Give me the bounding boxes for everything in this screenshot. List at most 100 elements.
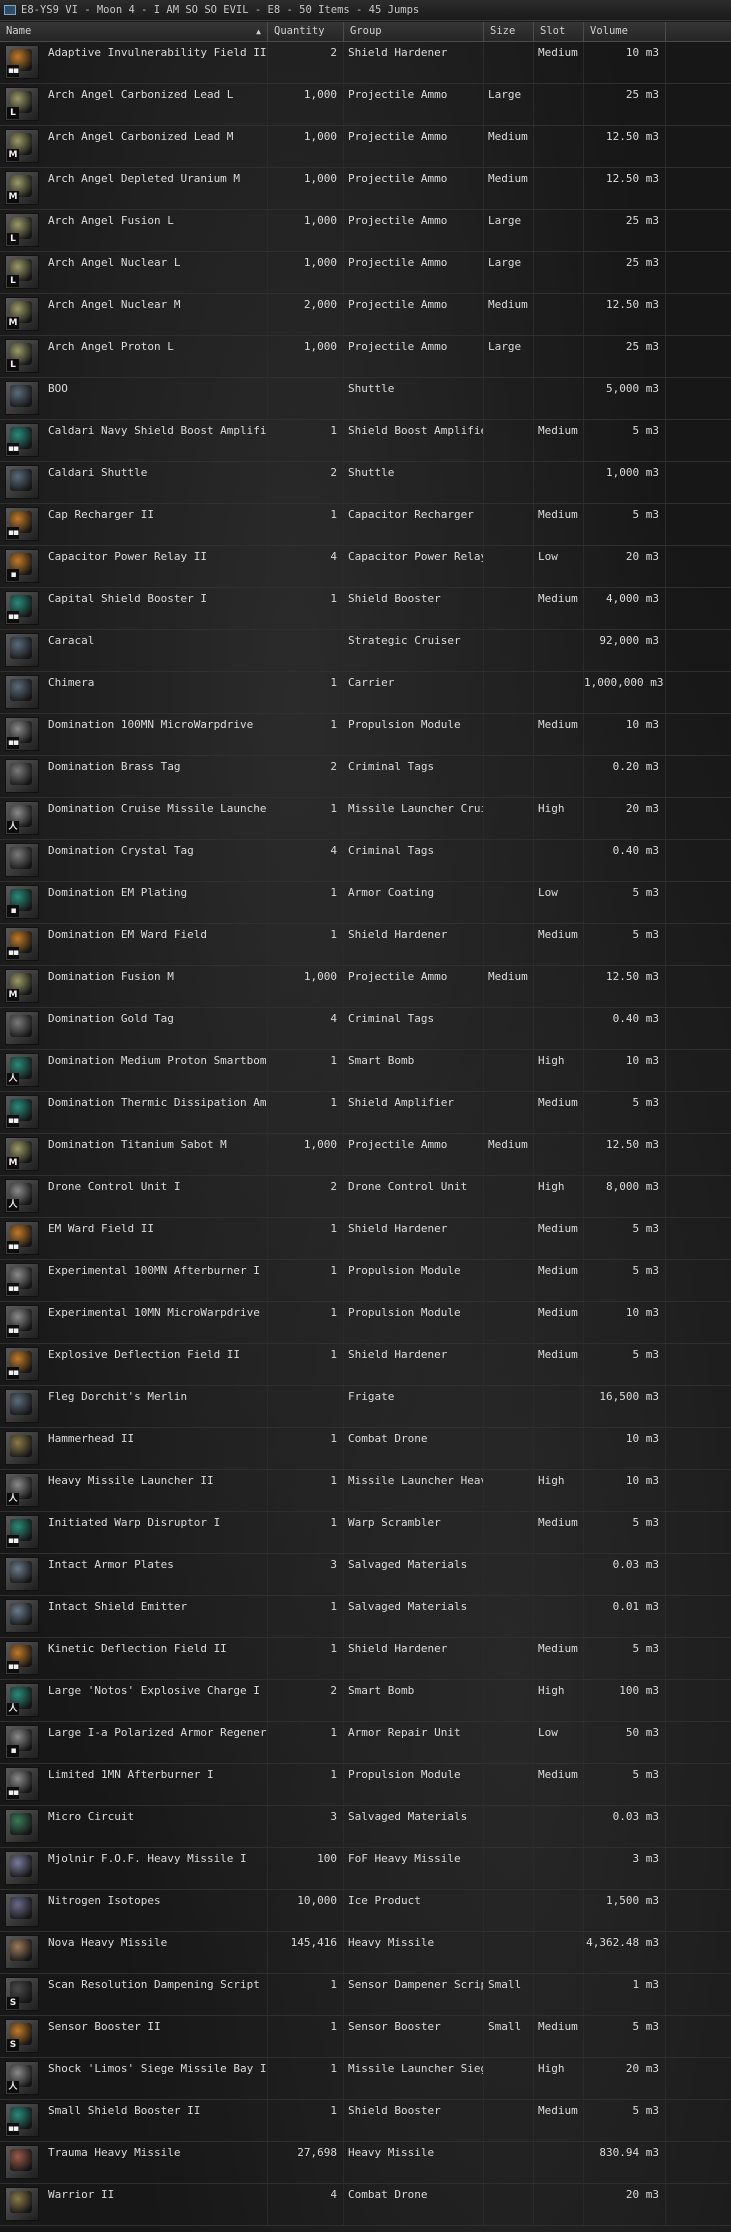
table-row[interactable]: ▪▪ Cap Recharger II 1 Capacitor Recharger Me… — [0, 504, 731, 546]
item-icon-frame[interactable]: ▪▪ — [5, 927, 39, 961]
item-icon-frame[interactable]: ▪▪ — [5, 591, 39, 625]
item-icon-frame[interactable]: M — [5, 969, 39, 1003]
window-title-bar[interactable]: E8-YS9 VI - Moon 4 - I AM SO SO EVIL - E… — [0, 0, 731, 21]
table-row[interactable]: M Arch Angel Depleted Uranium M 1,000 Proje… — [0, 168, 731, 210]
item-icon-frame[interactable]: ▪ — [5, 1725, 39, 1759]
table-row[interactable]: Micro Circuit 3 Salvaged Materials 0.03 m3 — [0, 1806, 731, 1848]
item-icon-frame[interactable] — [5, 1599, 39, 1633]
table-row[interactable]: Warrior II 4 Combat Drone 20 m3 — [0, 2184, 731, 2226]
table-row[interactable]: Intact Armor Plates 3 Salvaged Materials 0.… — [0, 1554, 731, 1596]
item-icon-frame[interactable]: ▪▪ — [5, 45, 39, 79]
item-icon-frame[interactable] — [5, 1431, 39, 1465]
item-icon-frame[interactable]: S — [5, 1977, 39, 2011]
table-row[interactable]: Caldari Shuttle 2 Shuttle 1,000 m3 — [0, 462, 731, 504]
item-icon-frame[interactable]: 人 — [5, 1179, 39, 1213]
item-icon-frame[interactable]: ▪▪ — [5, 1095, 39, 1129]
table-row[interactable]: 人 Domination Cruise Missile Launcher 1 Miss… — [0, 798, 731, 840]
item-icon-frame[interactable]: M — [5, 129, 39, 163]
table-row[interactable]: ▪▪ Domination Thermic Dissipation Amplifi… — [0, 1092, 731, 1134]
item-icon-frame[interactable]: ▪ — [5, 885, 39, 919]
item-icon-frame[interactable] — [5, 2145, 39, 2179]
item-icon-frame[interactable]: L — [5, 87, 39, 121]
table-row[interactable]: Trauma Heavy Missile 27,698 Heavy Missile 8… — [0, 2142, 731, 2184]
item-icon-frame[interactable]: L — [5, 213, 39, 247]
item-icon-frame[interactable]: 人 — [5, 1053, 39, 1087]
item-icon-frame[interactable]: 人 — [5, 801, 39, 835]
table-row[interactable]: ▪▪ Capital Shield Booster I 1 Shield Booste… — [0, 588, 731, 630]
table-row[interactable]: 人 Drone Control Unit I 2 Drone Control Unit… — [0, 1176, 731, 1218]
table-row[interactable]: ▪▪ EM Ward Field II 1 Shield Hardener Medium… — [0, 1218, 731, 1260]
item-icon-frame[interactable] — [5, 465, 39, 499]
column-header-slot[interactable]: Slot — [534, 22, 584, 41]
table-row[interactable]: L Arch Angel Fusion L 1,000 Projectile Ammo… — [0, 210, 731, 252]
item-icon-frame[interactable] — [5, 1389, 39, 1423]
table-row[interactable]: ▪▪ Domination EM Ward Field 1 Shield Harden… — [0, 924, 731, 966]
item-icon-frame[interactable] — [5, 1893, 39, 1927]
table-row[interactable]: M Arch Angel Nuclear M 2,000 Projectile Amm… — [0, 294, 731, 336]
table-row[interactable]: Domination Gold Tag 4 Criminal Tags 0.40 m3 — [0, 1008, 731, 1050]
column-header-quantity[interactable]: Quantity — [268, 22, 344, 41]
item-icon-frame[interactable]: L — [5, 255, 39, 289]
table-row[interactable]: BOO Shuttle 5,000 m3 — [0, 378, 731, 420]
table-row[interactable]: L Arch Angel Nuclear L 1,000 Projectile Amm… — [0, 252, 731, 294]
item-icon-frame[interactable]: ▪▪ — [5, 2103, 39, 2137]
item-icon-frame[interactable]: ▪▪ — [5, 717, 39, 751]
item-icon-frame[interactable]: 人 — [5, 1473, 39, 1507]
item-icon-frame[interactable] — [5, 1011, 39, 1045]
table-row[interactable]: M Domination Fusion M 1,000 Projectile Ammo… — [0, 966, 731, 1008]
item-icon-frame[interactable] — [5, 759, 39, 793]
table-row[interactable]: ▪▪ Adaptive Invulnerability Field II 2 Shie… — [0, 42, 731, 84]
item-icon-frame[interactable]: ▪▪ — [5, 1515, 39, 1549]
table-row[interactable]: ▪▪ Domination 100MN MicroWarpdrive 1 Propul… — [0, 714, 731, 756]
table-row[interactable]: ▪▪ Experimental 100MN Afterburner I 1 Propu… — [0, 1260, 731, 1302]
table-row[interactable]: ▪ Large I-a Polarized Armor Regenerator1A… — [0, 1722, 731, 1764]
item-icon-frame[interactable]: ▪ — [5, 549, 39, 583]
column-header-name[interactable]: Name ▲ — [0, 22, 268, 41]
item-icon-frame[interactable] — [5, 381, 39, 415]
table-row[interactable]: Nova Heavy Missile 145,416 Heavy Missile 4,… — [0, 1932, 731, 1974]
item-icon-frame[interactable] — [5, 843, 39, 877]
table-row[interactable]: 人 Shock 'Limos' Siege Missile Bay I 1 Missi… — [0, 2058, 731, 2100]
table-row[interactable]: Domination Brass Tag 2 Criminal Tags 0.20 m… — [0, 756, 731, 798]
item-icon-frame[interactable]: ▪▪ — [5, 1641, 39, 1675]
table-row[interactable]: Mjolnir F.O.F. Heavy Missile I 100 FoF Hea… — [0, 1848, 731, 1890]
table-row[interactable]: M Domination Titanium Sabot M 1,000 Project… — [0, 1134, 731, 1176]
table-row[interactable]: ▪▪ Explosive Deflection Field II 1 Shield H… — [0, 1344, 731, 1386]
item-icon-frame[interactable]: M — [5, 297, 39, 331]
table-row[interactable]: Caracal Strategic Cruiser 92,000 m3 — [0, 630, 731, 672]
item-icon-frame[interactable] — [5, 675, 39, 709]
item-icon-frame[interactable] — [5, 1557, 39, 1591]
item-icon-frame[interactable]: ▪▪ — [5, 1263, 39, 1297]
table-row[interactable]: Intact Shield Emitter 1 Salvaged Materials… — [0, 1596, 731, 1638]
item-icon-frame[interactable]: M — [5, 171, 39, 205]
item-icon-frame[interactable]: 人 — [5, 1683, 39, 1717]
table-row[interactable]: L Arch Angel Proton L 1,000 Projectile Ammo… — [0, 336, 731, 378]
table-row[interactable]: Fleg Dorchit's Merlin Frigate 16,500 m3 — [0, 1386, 731, 1428]
column-header-volume[interactable]: Volume — [584, 22, 666, 41]
table-row[interactable]: S Scan Resolution Dampening Script 1 Sensor… — [0, 1974, 731, 2016]
table-row[interactable]: ▪▪ Caldari Navy Shield Boost Amplifier 1 Sh… — [0, 420, 731, 462]
table-row[interactable]: 人 Heavy Missile Launcher II 1 Missile Launc… — [0, 1470, 731, 1512]
item-icon-frame[interactable]: ▪▪ — [5, 1305, 39, 1339]
item-icon-frame[interactable]: ▪▪ — [5, 507, 39, 541]
table-row[interactable]: Hammerhead II 1 Combat Drone 10 m3 — [0, 1428, 731, 1470]
table-row[interactable]: ▪▪ Limited 1MN Afterburner I 1 Propulsion M… — [0, 1764, 731, 1806]
item-icon-frame[interactable]: ▪▪ — [5, 1347, 39, 1381]
table-row[interactable]: ▪▪ Initiated Warp Disruptor I 1 Warp Scramb… — [0, 1512, 731, 1554]
item-icon-frame[interactable]: ▪▪ — [5, 1221, 39, 1255]
item-icon-frame[interactable]: 人 — [5, 2061, 39, 2095]
table-row[interactable]: ▪▪ Experimental 10MN MicroWarpdrive I 1 Pro… — [0, 1302, 731, 1344]
item-icon-frame[interactable] — [5, 633, 39, 667]
table-row[interactable]: Nitrogen Isotopes 10,000 Ice Product 1,500 … — [0, 1890, 731, 1932]
item-icon-frame[interactable]: L — [5, 339, 39, 373]
table-row[interactable]: ▪▪ Kinetic Deflection Field II 1 Shield Har… — [0, 1638, 731, 1680]
table-row[interactable]: M Arch Angel Carbonized Lead M 1,000 Projec… — [0, 126, 731, 168]
item-icon-frame[interactable]: M — [5, 1137, 39, 1171]
item-icon-frame[interactable] — [5, 2187, 39, 2221]
table-row[interactable]: ▪▪ Small Shield Booster II 1 Shield Booster… — [0, 2100, 731, 2142]
table-row[interactable]: 人 Domination Medium Proton Smartbomb 1 Smar… — [0, 1050, 731, 1092]
item-icon-frame[interactable] — [5, 1851, 39, 1885]
table-row[interactable]: ▪ Capacitor Power Relay II 4 Capacitor Powe… — [0, 546, 731, 588]
table-row[interactable]: 人 Large 'Notos' Explosive Charge I 2 Smart … — [0, 1680, 731, 1722]
table-row[interactable]: Domination Crystal Tag 4 Criminal Tags 0.40… — [0, 840, 731, 882]
